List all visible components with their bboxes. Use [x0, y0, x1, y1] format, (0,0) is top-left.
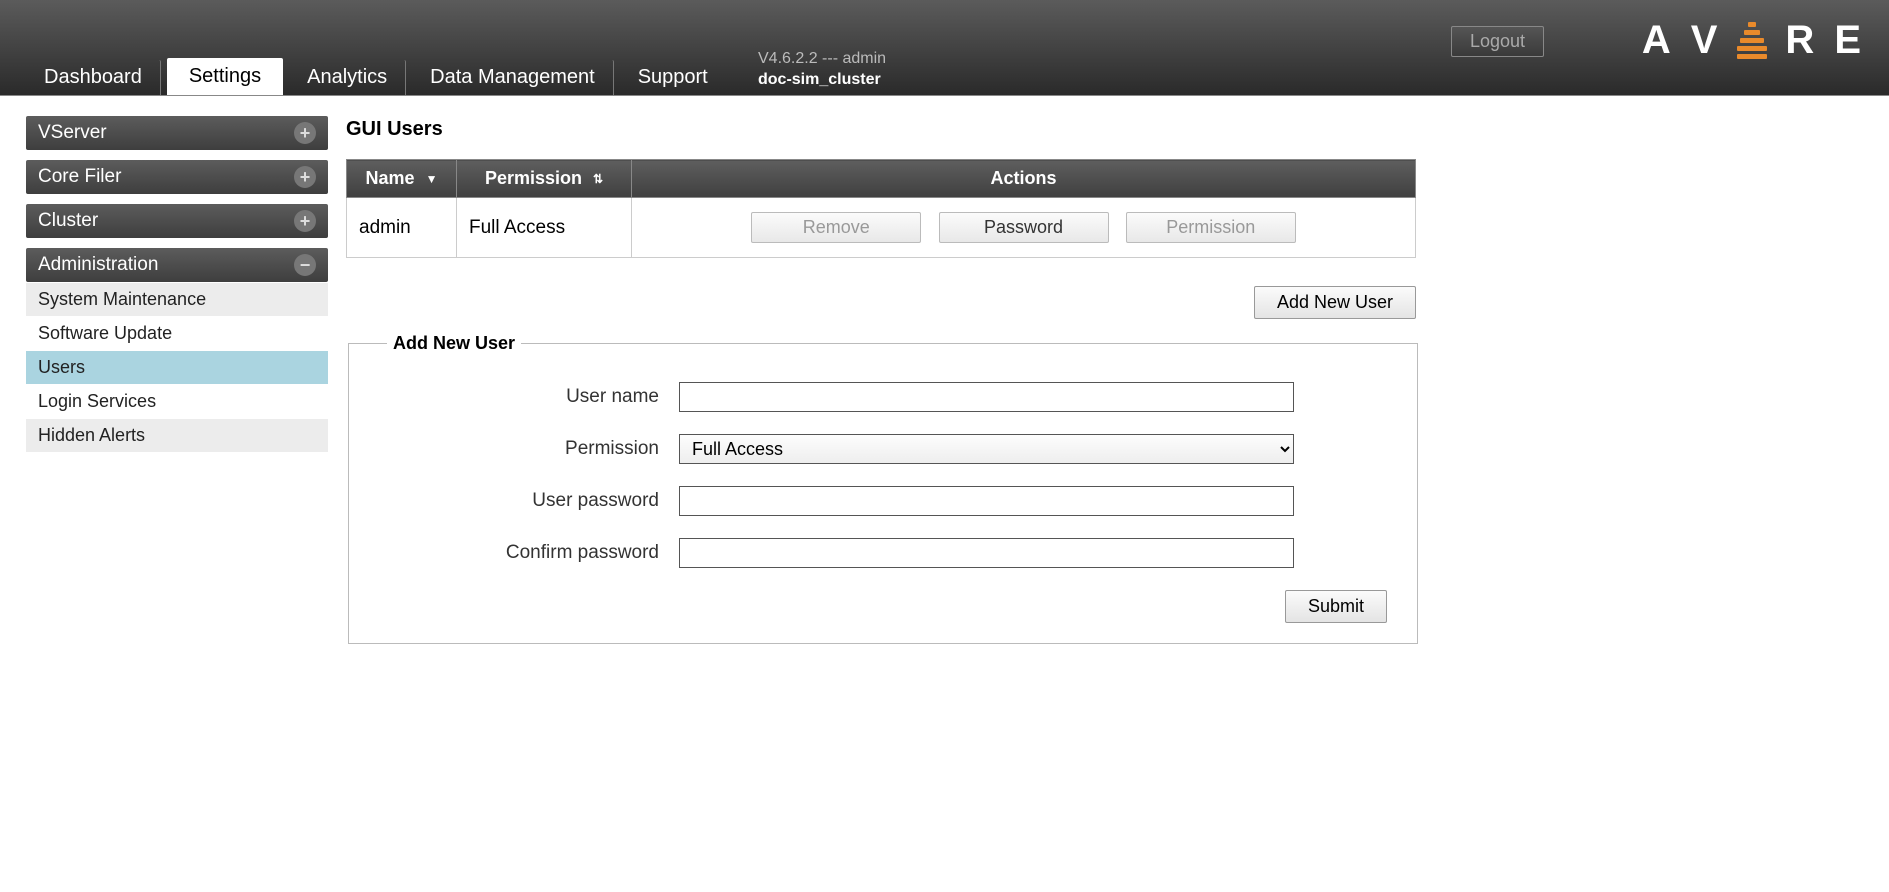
logo-letter-r: R: [1785, 18, 1816, 63]
add-user-fieldset: Add New User User name Permission Full A…: [348, 333, 1418, 644]
form-row-permission: Permission Full Access: [379, 434, 1387, 464]
tab-analytics[interactable]: Analytics: [289, 60, 406, 95]
permission-label: Permission: [379, 438, 679, 460]
sidebar-section-label: VServer: [38, 122, 107, 144]
col-header-permission-label: Permission: [485, 168, 582, 188]
tab-support[interactable]: Support: [620, 60, 726, 95]
cell-name: admin: [347, 198, 457, 258]
confirm-password-input[interactable]: [679, 538, 1294, 568]
permission-select[interactable]: Full Access: [679, 434, 1294, 464]
sidebar-section-label: Administration: [38, 254, 158, 276]
sidebar-item-system-maintenance[interactable]: System Maintenance: [26, 282, 328, 316]
col-header-name[interactable]: Name ▼: [347, 160, 457, 198]
content: GUI Users Name ▼ Permission ⇅ Actions: [346, 116, 1863, 644]
sidebar-items-administration: System Maintenance Software Update Users…: [26, 282, 328, 452]
password-input[interactable]: [679, 486, 1294, 516]
sidebar-item-hidden-alerts[interactable]: Hidden Alerts: [26, 418, 328, 452]
submit-row: Submit: [379, 590, 1387, 623]
version-line: V4.6.2.2 --- admin: [758, 48, 886, 70]
logo-letter-e2: E: [1834, 18, 1863, 63]
expand-icon: +: [294, 166, 316, 188]
cell-permission: Full Access: [457, 198, 632, 258]
collapse-icon: −: [294, 254, 316, 276]
form-row-confirm-password: Confirm password: [379, 538, 1387, 568]
username-label: User name: [379, 386, 679, 408]
logo-letter-v: V: [1691, 18, 1720, 63]
expand-icon: +: [294, 122, 316, 144]
sidebar-section-cluster[interactable]: Cluster +: [26, 204, 328, 238]
remove-button[interactable]: Remove: [751, 212, 921, 243]
add-user-legend: Add New User: [387, 333, 521, 354]
tab-data-management[interactable]: Data Management: [412, 60, 614, 95]
add-user-button-row: Add New User: [346, 286, 1416, 319]
sort-both-icon: ⇅: [593, 172, 603, 186]
sidebar-item-users[interactable]: Users: [26, 350, 328, 384]
logout-button[interactable]: Logout: [1451, 26, 1544, 57]
col-header-actions: Actions: [632, 160, 1416, 198]
top-tabs: Dashboard Settings Analytics Data Manage…: [0, 57, 726, 95]
users-table: Name ▼ Permission ⇅ Actions admin Full A…: [346, 159, 1416, 258]
header-status: V4.6.2.2 --- admin doc-sim_cluster: [758, 48, 886, 91]
form-row-username: User name: [379, 382, 1387, 412]
cell-actions: Remove Password Permission: [632, 198, 1416, 258]
expand-icon: +: [294, 210, 316, 232]
sidebar-section-label: Core Filer: [38, 166, 121, 188]
table-row: admin Full Access Remove Password Permis…: [347, 198, 1416, 258]
sidebar-section-corefiler[interactable]: Core Filer +: [26, 160, 328, 194]
sort-desc-icon: ▼: [426, 172, 438, 186]
password-button[interactable]: Password: [939, 212, 1109, 243]
sidebar-item-login-services[interactable]: Login Services: [26, 384, 328, 418]
password-label: User password: [379, 490, 679, 512]
sidebar-section-label: Cluster: [38, 210, 98, 232]
username-input[interactable]: [679, 382, 1294, 412]
main-layout: VServer + Core Filer + Cluster + Adminis…: [0, 96, 1889, 664]
logo-letter-e-icon: [1737, 22, 1767, 59]
confirm-password-label: Confirm password: [379, 542, 679, 564]
sidebar: VServer + Core Filer + Cluster + Adminis…: [26, 116, 328, 452]
tab-settings[interactable]: Settings: [167, 58, 283, 95]
sidebar-section-administration[interactable]: Administration −: [26, 248, 328, 282]
page-title: GUI Users: [346, 118, 1863, 141]
form-row-password: User password: [379, 486, 1387, 516]
col-header-permission[interactable]: Permission ⇅: [457, 160, 632, 198]
logo: A V R E: [1642, 18, 1863, 63]
tab-dashboard[interactable]: Dashboard: [26, 60, 161, 95]
logo-letter-a: A: [1642, 18, 1673, 63]
cluster-name: doc-sim_cluster: [758, 69, 886, 91]
add-new-user-button[interactable]: Add New User: [1254, 286, 1416, 319]
submit-button[interactable]: Submit: [1285, 590, 1387, 623]
col-header-name-label: Name: [366, 168, 415, 188]
sidebar-section-vserver[interactable]: VServer +: [26, 116, 328, 150]
sidebar-item-software-update[interactable]: Software Update: [26, 316, 328, 350]
permission-button[interactable]: Permission: [1126, 212, 1296, 243]
top-header: Dashboard Settings Analytics Data Manage…: [0, 0, 1889, 96]
